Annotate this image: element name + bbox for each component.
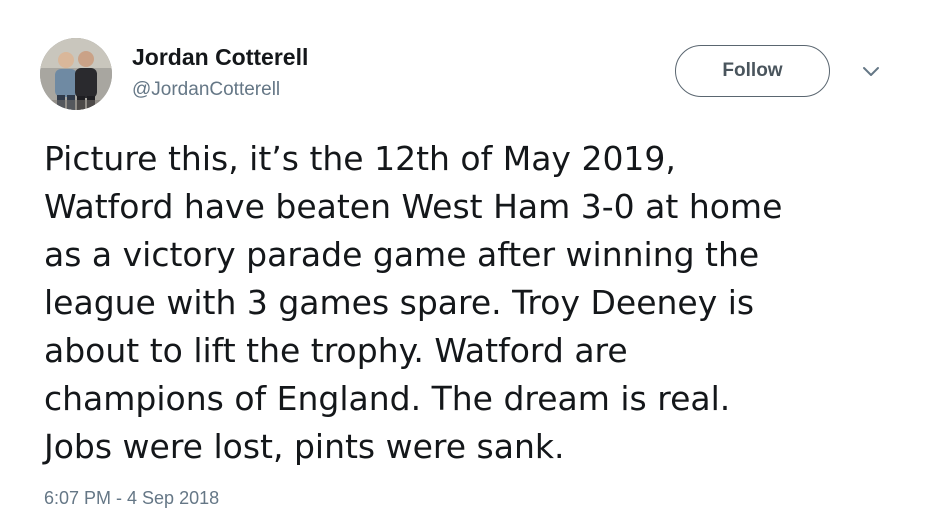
tweet-timestamp[interactable]: 6:07 PM - 4 Sep 2018	[44, 488, 219, 509]
user-handle[interactable]: @JordanCotterell	[132, 79, 280, 101]
display-name[interactable]: Jordan Cotterell	[132, 44, 308, 71]
tweet-text: Picture this, it’s the 12th of May 2019,…	[44, 139, 783, 466]
avatar-photo	[40, 38, 112, 110]
tweet-card: Jordan Cotterell @JordanCotterell Follow…	[0, 0, 928, 529]
avatar[interactable]	[40, 38, 112, 110]
follow-button[interactable]: Follow	[675, 45, 830, 97]
chevron-down-icon[interactable]	[860, 64, 882, 80]
